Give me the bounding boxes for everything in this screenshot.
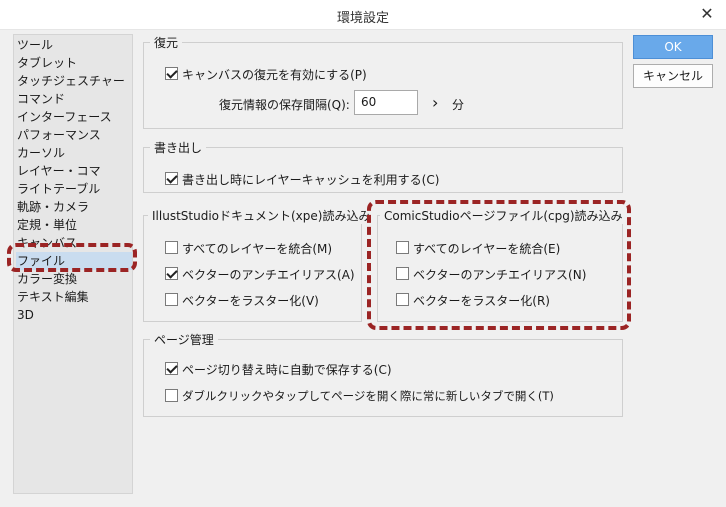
illust-rasterize-label[interactable]: ベクターをラスター化(V) xyxy=(182,292,319,309)
sidebar-item-light-table[interactable]: ライトテーブル xyxy=(16,180,132,198)
illust-antialias-checkbox[interactable] xyxy=(165,267,178,280)
chevron-right-icon: › xyxy=(432,93,439,112)
export-group: 書き出し 書き出し時にレイヤーキャッシュを利用する(C) xyxy=(143,139,623,193)
restore-interval-input[interactable]: 60 xyxy=(354,90,418,115)
restore-interval-label: 復元情報の保存間隔(Q): xyxy=(219,98,350,112)
cancel-button[interactable]: キャンセル xyxy=(633,64,713,88)
sidebar-item-cursor[interactable]: カーソル xyxy=(16,144,132,162)
sidebar-item-text-edit[interactable]: テキスト編集 xyxy=(16,288,132,306)
sidebar-item-3d[interactable]: 3D xyxy=(16,306,132,324)
export-legend: 書き出し xyxy=(150,139,207,156)
window-title: 環境設定 xyxy=(336,11,389,26)
export-cache-label[interactable]: 書き出し時にレイヤーキャッシュを利用する(C) xyxy=(182,171,439,188)
sidebar-item-tablet[interactable]: タブレット xyxy=(16,54,132,72)
page-autosave-label[interactable]: ページ切り替え時に自動で保存する(C) xyxy=(182,361,392,378)
sidebar-item-color-conversion[interactable]: カラー変換 xyxy=(16,270,132,288)
sidebar-item-tool[interactable]: ツール xyxy=(16,36,132,54)
sidebar-item-ruler-unit[interactable]: 定規・単位 xyxy=(16,216,132,234)
sidebar-item-command[interactable]: コマンド xyxy=(16,90,132,108)
illuststudio-legend: IllustStudioドキュメント(xpe)読み込み xyxy=(148,207,375,224)
illuststudio-group: IllustStudioドキュメント(xpe)読み込み すべてのレイヤーを統合(… xyxy=(143,207,375,322)
page-autosave-checkbox[interactable] xyxy=(165,362,178,375)
highlight-comicstudio-group xyxy=(367,200,631,330)
export-cache-checkbox[interactable] xyxy=(165,172,178,185)
ok-button[interactable]: OK xyxy=(633,35,713,59)
restore-enable-checkbox[interactable] xyxy=(165,67,178,80)
highlight-file-item xyxy=(7,243,137,272)
restore-legend: 復元 xyxy=(150,34,183,51)
page-management-legend: ページ管理 xyxy=(150,331,218,348)
restore-enable-label[interactable]: キャンバスの復元を有効にする(P) xyxy=(182,66,367,83)
illust-merge-checkbox[interactable] xyxy=(165,241,178,254)
page-management-group: ページ管理 ページ切り替え時に自動で保存する(C) ダブルクリックやタップしてペ… xyxy=(143,331,623,417)
page-newtab-label[interactable]: ダブルクリックやタップしてページを開く際に常に新しいタブで開く(T) xyxy=(182,388,554,404)
sidebar-item-interface[interactable]: インターフェース xyxy=(16,108,132,126)
restore-interval-unit: 分 xyxy=(452,98,465,112)
close-icon[interactable]: ✕ xyxy=(698,4,716,24)
illust-merge-label[interactable]: すべてのレイヤーを統合(M) xyxy=(182,240,332,257)
sidebar-item-layer-frame[interactable]: レイヤー・コマ xyxy=(16,162,132,180)
page-newtab-checkbox[interactable] xyxy=(165,389,178,402)
sidebar-item-path-camera[interactable]: 軌跡・カメラ xyxy=(16,198,132,216)
illust-rasterize-checkbox[interactable] xyxy=(165,293,178,306)
illust-antialias-label[interactable]: ベクターのアンチエイリアス(A) xyxy=(182,266,355,283)
sidebar-item-performance[interactable]: パフォーマンス xyxy=(16,126,132,144)
title-bar: 環境設定 ✕ xyxy=(0,0,726,30)
sidebar-item-touch-gesture[interactable]: タッチジェスチャー xyxy=(16,72,132,90)
restore-group: 復元 キャンバスの復元を有効にする(P) 復元情報の保存間隔(Q): 60 › … xyxy=(143,34,623,129)
